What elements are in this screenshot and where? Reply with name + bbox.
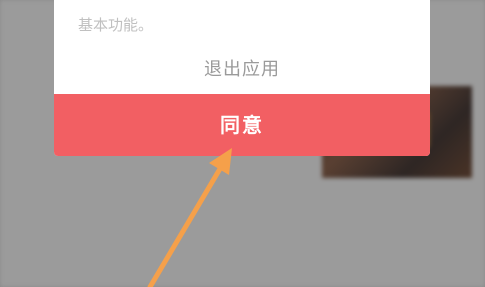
dialog-body-text: 基本功能。 [78,16,154,34]
privacy-consent-dialog: 基本功能。 退出应用 同意 [54,0,430,156]
agree-button[interactable]: 同意 [54,94,430,156]
exit-app-button[interactable]: 退出应用 [54,46,430,94]
